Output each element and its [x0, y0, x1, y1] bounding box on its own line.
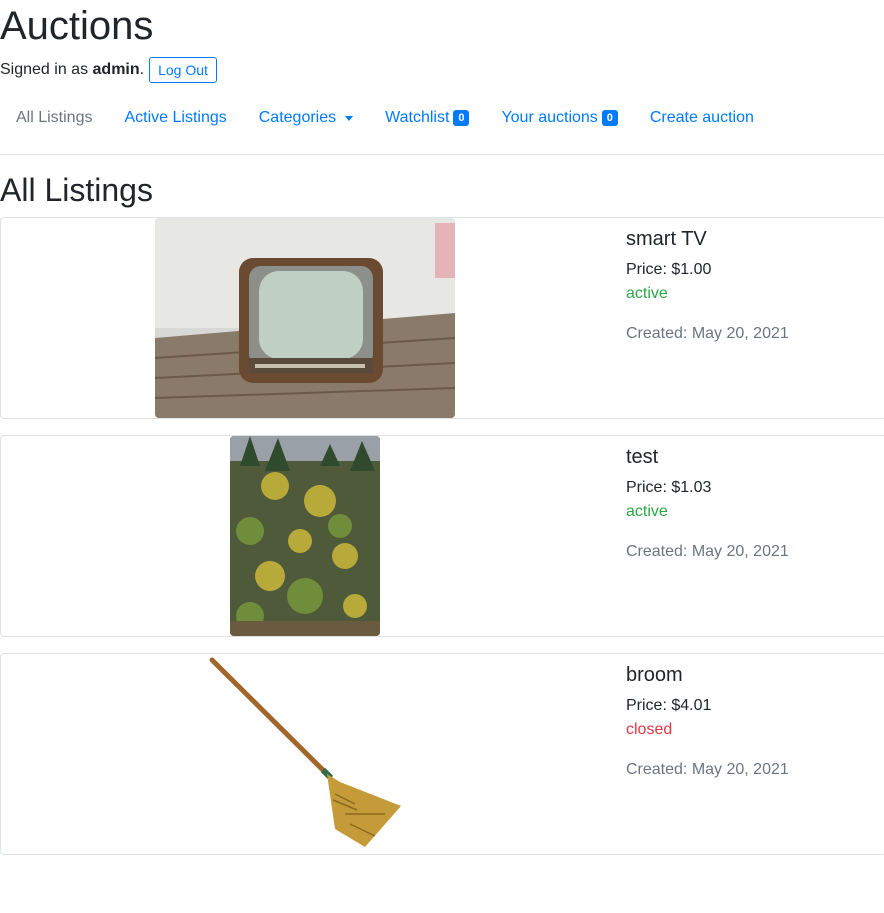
broom-photo — [205, 654, 405, 854]
listing-price: Price: $1.03 — [626, 479, 712, 496]
listing-price: Price: $4.01 — [626, 697, 712, 714]
main-nav: All Listings Active Listings Categories … — [0, 100, 770, 136]
caret-down-icon — [345, 115, 354, 121]
listing-image-garden[interactable] — [230, 436, 380, 636]
listing-status: active — [626, 503, 668, 520]
page-heading: All Listings — [0, 172, 153, 208]
listing-card-smart-tv[interactable]: smart TV Price: $1.00 active Created: Ma… — [0, 217, 884, 419]
listing-created-date: Created: May 20, 2021 — [626, 325, 789, 342]
nav-watchlist-label: Watchlist — [385, 109, 450, 126]
garden-photo — [230, 436, 380, 636]
listing-status: active — [626, 285, 668, 302]
listing-title[interactable]: test — [626, 446, 658, 469]
listing-image-broom[interactable] — [205, 654, 405, 854]
nav-divider — [0, 154, 884, 155]
nav-your-auctions-label: Your auctions — [501, 109, 598, 126]
nav-active-listings[interactable]: Active Listings — [108, 100, 242, 136]
nav-all-listings-label: All Listings — [16, 109, 93, 126]
username: admin — [92, 61, 140, 78]
logout-button[interactable]: Log Out — [149, 57, 217, 83]
watchlist-count-badge: 0 — [453, 110, 470, 126]
listing-card-test[interactable]: test Price: $1.03 active Created: May 20… — [0, 435, 884, 637]
listing-title[interactable]: broom — [626, 664, 683, 687]
site-title: Auctions — [0, 4, 154, 48]
listing-created-date: Created: May 20, 2021 — [626, 761, 789, 778]
listing-created-date: Created: May 20, 2021 — [626, 543, 789, 560]
nav-create-auction[interactable]: Create auction — [634, 100, 770, 136]
signed-in-status: Signed in as admin. Log Out — [0, 57, 217, 83]
nav-create-auction-label: Create auction — [649, 109, 754, 126]
signed-in-prefix: Signed in as — [0, 61, 93, 78]
listing-price: Price: $1.00 — [626, 261, 712, 278]
listing-status: closed — [626, 721, 673, 738]
listing-card-broom[interactable]: broom Price: $4.01 closed Created: May 2… — [0, 653, 884, 855]
your-auctions-count-badge: 0 — [601, 110, 618, 126]
nav-categories-label: Categories — [258, 109, 337, 126]
nav-watchlist[interactable]: Watchlist 0 — [369, 100, 485, 136]
listing-image-tv[interactable] — [155, 218, 455, 418]
signed-in-suffix: . — [139, 61, 145, 78]
nav-categories-dropdown[interactable]: Categories — [243, 100, 369, 136]
nav-active-listings-label: Active Listings — [124, 109, 227, 126]
nav-all-listings[interactable]: All Listings — [0, 100, 108, 136]
listing-title[interactable]: smart TV — [626, 228, 707, 251]
nav-your-auctions[interactable]: Your auctions 0 — [485, 100, 633, 136]
tv-photo — [155, 218, 455, 418]
